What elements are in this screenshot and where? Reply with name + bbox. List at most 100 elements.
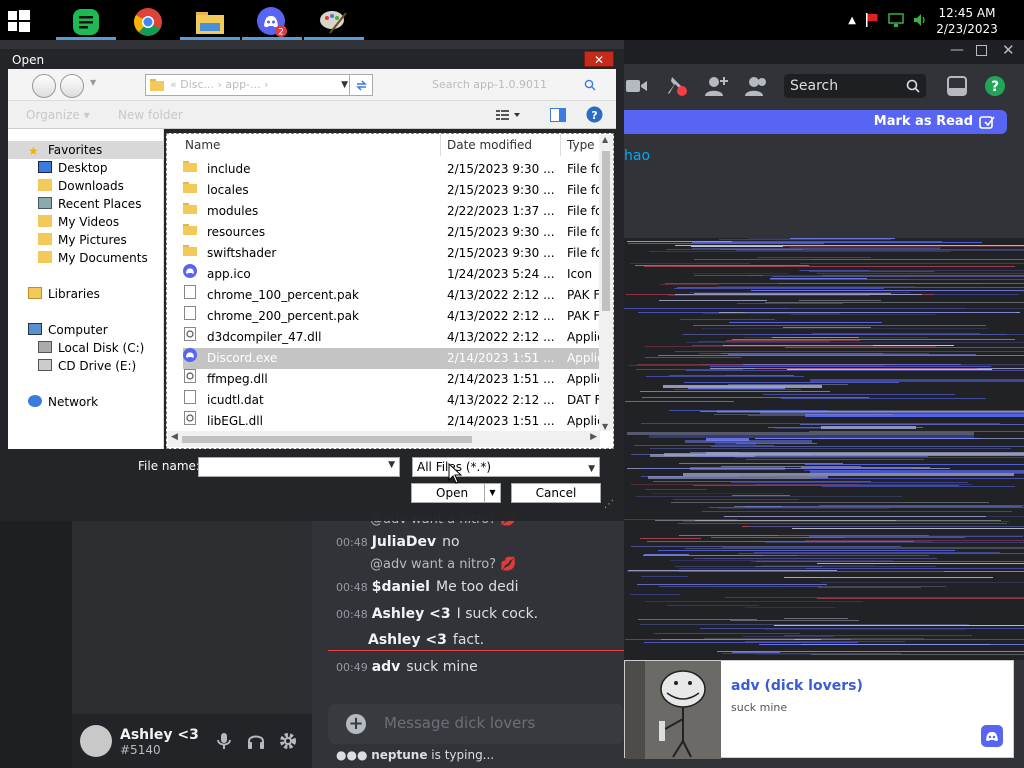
file-row[interactable]: modules 2/22/2023 1:37 ... File fo <box>183 201 599 222</box>
cancel-button[interactable]: Cancel <box>511 483 601 503</box>
microphone-icon[interactable] <box>214 731 234 751</box>
file-row[interactable]: chrome_100_percent.pak 4/13/2022 2:12 ...… <box>183 285 599 306</box>
view-options-icon[interactable] <box>496 109 524 121</box>
tree-item-videos[interactable]: My Videos <box>38 213 119 231</box>
taskbar-app-spotify[interactable] <box>56 3 116 40</box>
tree-item-downloads[interactable]: Downloads <box>38 177 124 195</box>
open-button[interactable]: Open ▼ <box>411 483 501 503</box>
file-name-label: File name: <box>138 459 200 473</box>
mention-text[interactable]: hao <box>624 148 650 164</box>
refresh-button[interactable] <box>349 74 373 96</box>
file-row[interactable]: app.ico 1/24/2023 5:24 ... Icon <box>183 264 599 285</box>
file-row[interactable]: locales 2/15/2023 9:30 ... File fo <box>183 180 599 201</box>
file-row[interactable]: resources 2/15/2023 9:30 ... File fo <box>183 222 599 243</box>
file-row[interactable]: include 2/15/2023 9:30 ... File fo <box>183 159 599 180</box>
file-row[interactable]: d3dcompiler_47.dll 4/13/2022 2:12 ... Appl… <box>183 327 599 348</box>
folder-icon <box>183 203 197 214</box>
forward-button[interactable] <box>60 74 84 98</box>
search-input[interactable]: Search <box>784 74 926 98</box>
file-name-input[interactable]: ▼ <box>198 457 400 477</box>
scroll-up-icon[interactable]: ▲ <box>602 135 608 144</box>
glitch-line <box>759 644 1024 645</box>
taskbar-app-file-explorer[interactable] <box>180 3 240 40</box>
history-dropdown-icon[interactable]: ▼ <box>90 78 96 87</box>
scroll-down-icon[interactable]: ▼ <box>602 422 608 431</box>
new-folder-button[interactable]: New folder <box>118 108 183 122</box>
organize-button[interactable]: Organize ▾ <box>26 108 90 122</box>
maximize-icon[interactable] <box>976 45 987 56</box>
tree-item-network[interactable]: Network <box>28 393 98 411</box>
address-bar[interactable]: « Disc... › app-... › ▼ <box>145 74 353 96</box>
message-author[interactable]: $daniel <box>372 579 430 595</box>
glitch-line <box>811 478 1024 479</box>
file-row[interactable]: chrome_200_percent.pak 4/13/2022 2:12 ...… <box>183 306 599 327</box>
file-row[interactable]: Discord.exe 2/14/2023 1:51 ... Applic <box>183 348 599 369</box>
horizontal-scrollbar[interactable]: ◀ ▶ <box>168 431 600 447</box>
add-member-icon[interactable] <box>704 75 730 97</box>
headphones-icon[interactable] <box>246 731 266 751</box>
back-button[interactable] <box>32 74 56 98</box>
dialog-close-button[interactable]: ✕ <box>584 51 614 67</box>
resize-grip-icon[interactable]: ⋰ <box>604 499 614 510</box>
pin-icon[interactable] <box>666 75 688 97</box>
chevron-down-icon[interactable]: ▼ <box>588 460 595 478</box>
search-input[interactable]: Search app-1.0.9011 <box>422 74 602 96</box>
mark-as-read-bar[interactable]: Mark as Read <box>624 110 1007 134</box>
reply-preview[interactable]: @adv want a nitro? 💋 <box>370 557 516 572</box>
tree-item-local-disk[interactable]: Local Disk (C:) <box>38 339 144 357</box>
message-input[interactable]: + Message dick lovers <box>328 704 624 744</box>
taskbar-app-chrome[interactable] <box>118 3 178 40</box>
taskbar-app-paint[interactable] <box>304 3 364 40</box>
scroll-right-icon[interactable]: ▶ <box>590 432 597 442</box>
column-header-name[interactable]: Name <box>179 134 441 156</box>
chevron-down-icon[interactable]: ▼ <box>388 460 395 470</box>
tree-item-recent-places[interactable]: Recent Places <box>38 195 141 213</box>
desktop-icon <box>38 161 52 173</box>
tree-item-libraries[interactable]: Libraries <box>28 285 100 303</box>
file-row[interactable]: swiftshader 2/15/2023 9:30 ... File fo <box>183 243 599 264</box>
message-author[interactable]: Ashley <3 <box>368 632 447 648</box>
tree-item-computer[interactable]: Computer <box>28 321 108 339</box>
member-list-icon[interactable] <box>744 75 768 97</box>
attach-plus-icon[interactable]: + <box>346 714 366 734</box>
message-notification[interactable]: adv (dick lovers) suck mine <box>624 660 1014 759</box>
scroll-left-icon[interactable]: ◀ <box>171 432 178 442</box>
preview-pane-icon[interactable] <box>550 108 566 122</box>
scrollbar-thumb[interactable] <box>182 436 472 443</box>
minimize-icon[interactable]: — <box>950 42 964 58</box>
tree-item-documents[interactable]: My Documents <box>38 249 148 267</box>
file-row[interactable]: icudtl.dat 4/13/2022 2:12 ... DAT F <box>183 390 599 411</box>
file-type-select[interactable]: All Files (*.*) ▼ <box>412 457 600 477</box>
scrollbar-thumb[interactable] <box>602 151 610 311</box>
address-dropdown-icon[interactable]: ▼ <box>341 75 348 95</box>
column-header-date[interactable]: Date modified <box>441 134 561 156</box>
message-author[interactable]: JuliaDev <box>372 534 436 550</box>
network-icon[interactable] <box>888 12 904 28</box>
help-icon[interactable]: ? <box>984 75 1006 97</box>
file-row[interactable]: libEGL.dll 2/14/2023 1:51 ... Applic <box>183 411 599 432</box>
message-author[interactable]: Ashley <3 <box>372 606 451 622</box>
inbox-icon[interactable] <box>946 75 968 97</box>
glitch-line <box>659 300 767 301</box>
glitch-line <box>817 273 1024 274</box>
close-icon[interactable]: ✕ <box>1002 41 1015 59</box>
help-icon[interactable]: ? <box>586 106 603 123</box>
tray-overflow-icon[interactable]: ▲ <box>848 15 856 26</box>
video-call-icon[interactable] <box>626 77 648 95</box>
clock[interactable]: 12:45 AM 2/23/2023 <box>932 5 1002 37</box>
start-button[interactable] <box>8 10 30 32</box>
tree-item-favorites[interactable]: ★ Favorites <box>8 141 164 159</box>
open-dropdown-icon[interactable]: ▼ <box>484 484 500 502</box>
tree-item-cd-drive[interactable]: CD Drive (E:) <box>38 357 136 375</box>
file-row[interactable]: ffmpeg.dll 2/14/2023 1:51 ... Applic <box>183 369 599 390</box>
settings-gear-icon[interactable] <box>278 731 298 751</box>
flag-icon[interactable] <box>864 12 880 28</box>
glitch-line <box>805 464 1024 465</box>
message-author[interactable]: adv <box>372 659 401 675</box>
tree-item-pictures[interactable]: My Pictures <box>38 231 127 249</box>
volume-icon[interactable] <box>912 12 928 28</box>
avatar[interactable] <box>80 725 112 757</box>
tree-item-desktop[interactable]: Desktop <box>38 159 108 177</box>
taskbar-app-discord[interactable]: 2 <box>242 3 302 40</box>
vertical-scrollbar[interactable]: ▲ ▼ <box>599 135 613 431</box>
